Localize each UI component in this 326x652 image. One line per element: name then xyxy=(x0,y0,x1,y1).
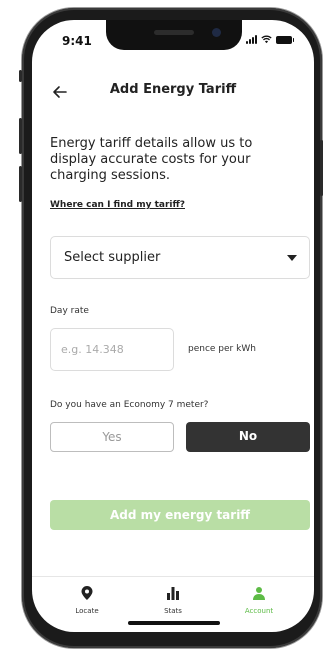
header: Add Energy Tariff xyxy=(32,78,314,108)
tab-stats-label: Stats xyxy=(164,607,182,615)
phone-power-button xyxy=(320,140,323,196)
supplier-select-value: Select supplier xyxy=(64,250,161,265)
signal-icon xyxy=(246,35,257,44)
day-rate-unit: pence per kWh xyxy=(188,344,256,354)
find-tariff-link[interactable]: Where can I find my tariff? xyxy=(50,200,185,210)
tab-locate[interactable]: Locate xyxy=(47,585,127,615)
day-rate-label: Day rate xyxy=(50,306,89,316)
tab-locate-label: Locate xyxy=(75,607,99,615)
status-time: 9:41 xyxy=(62,34,92,48)
home-indicator xyxy=(128,621,220,625)
location-pin-icon xyxy=(81,586,93,600)
bar-chart-icon xyxy=(167,587,179,600)
economy7-yes-button[interactable]: Yes xyxy=(50,422,174,452)
speaker xyxy=(154,30,194,35)
page-title: Add Energy Tariff xyxy=(109,82,237,97)
tab-stats[interactable]: Stats xyxy=(133,585,213,615)
phone-side-button xyxy=(19,70,22,82)
notch xyxy=(106,20,242,50)
status-icons xyxy=(246,35,294,44)
tab-account-label: Account xyxy=(244,607,274,615)
person-icon xyxy=(253,587,265,600)
economy7-no-button[interactable]: No xyxy=(186,422,310,452)
intro-description: Energy tariff details allow us to displa… xyxy=(50,136,253,183)
front-camera xyxy=(212,28,221,37)
economy7-question: Do you have an Economy 7 meter? xyxy=(50,400,209,410)
add-tariff-button[interactable]: Add my energy tariff xyxy=(50,500,310,530)
day-rate-input[interactable] xyxy=(50,328,174,371)
chevron-down-icon xyxy=(287,255,297,261)
supplier-select[interactable]: Select supplier xyxy=(50,236,310,279)
app-screen: 9:41 Add Energy Tariff Energy tariff det… xyxy=(32,20,314,632)
phone-volume-up-button xyxy=(19,118,22,154)
phone-volume-down-button xyxy=(19,166,22,202)
tab-account[interactable]: Account xyxy=(219,585,299,615)
battery-icon xyxy=(276,35,294,44)
wifi-icon xyxy=(261,35,272,44)
